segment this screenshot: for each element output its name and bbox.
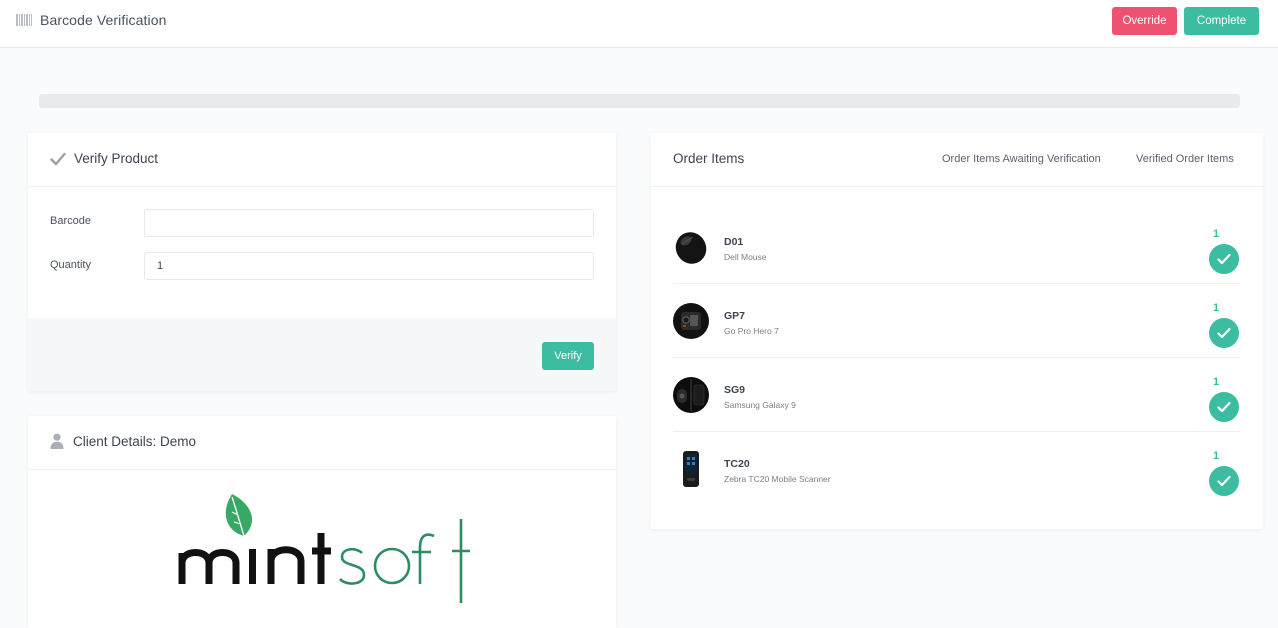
verified-check-icon xyxy=(1209,466,1239,496)
check-icon xyxy=(50,152,66,166)
client-details-card: Client Details: Demo xyxy=(28,416,616,628)
item-quantity: 1 xyxy=(1212,302,1220,314)
order-items-title: Order Items xyxy=(673,151,745,166)
verify-product-card: Verify Product Barcode Quantity Verify xyxy=(28,133,616,391)
client-details-header: Client Details: Demo xyxy=(28,416,616,470)
verified-check-icon xyxy=(1209,392,1239,422)
item-name: Zebra TC20 Mobile Scanner xyxy=(724,474,831,484)
item-sku: TC20 xyxy=(724,458,750,470)
verify-product-header: Verify Product xyxy=(28,133,616,187)
order-items-header: Order Items Order Items Awaiting Verific… xyxy=(651,133,1263,187)
order-item-row: D01 Dell Mouse 1 xyxy=(673,210,1240,284)
verification-progress-bar xyxy=(39,94,1240,108)
tab-awaiting-verification[interactable]: Order Items Awaiting Verification xyxy=(942,153,1101,165)
page-title: Barcode Verification xyxy=(40,12,167,28)
mouse-icon xyxy=(675,232,707,264)
scanner-icon xyxy=(683,451,699,487)
order-item-row: SG9 Samsung Galaxy 9 1 xyxy=(673,358,1240,432)
quantity-input[interactable] xyxy=(144,252,594,280)
item-quantity: 1 xyxy=(1212,228,1220,240)
item-sku: SG9 xyxy=(724,384,746,396)
item-sku: GP7 xyxy=(724,310,746,322)
barcode-icon xyxy=(16,14,32,26)
item-name: Samsung Galaxy 9 xyxy=(724,400,796,410)
top-bar: Barcode Verification Override Complete xyxy=(0,0,1278,48)
quantity-label: Quantity xyxy=(50,259,91,271)
verify-button[interactable]: Verify xyxy=(542,342,594,370)
verify-footer: Verify xyxy=(28,318,616,391)
item-name: Dell Mouse xyxy=(724,252,767,262)
item-quantity: 1 xyxy=(1212,450,1220,462)
complete-button[interactable]: Complete xyxy=(1184,7,1259,35)
override-button[interactable]: Override xyxy=(1112,7,1177,35)
client-details-title: Client Details: Demo xyxy=(73,434,197,449)
item-quantity: 1 xyxy=(1212,376,1220,388)
phone-icon xyxy=(673,377,709,413)
user-icon xyxy=(50,433,64,449)
barcode-input[interactable] xyxy=(144,209,594,237)
verify-product-title: Verify Product xyxy=(74,151,159,166)
order-items-card: Order Items Order Items Awaiting Verific… xyxy=(651,133,1263,529)
verified-check-icon xyxy=(1209,318,1239,348)
order-item-row: GP7 Go Pro Hero 7 1 xyxy=(673,284,1240,358)
gopro-icon xyxy=(673,303,709,339)
tab-verified-items[interactable]: Verified Order Items xyxy=(1136,153,1234,165)
barcode-label: Barcode xyxy=(50,215,91,227)
order-item-row: TC20 Zebra TC20 Mobile Scanner 1 xyxy=(673,432,1240,506)
item-name: Go Pro Hero 7 xyxy=(724,326,779,336)
verified-check-icon xyxy=(1209,244,1239,274)
item-sku: D01 xyxy=(724,236,744,248)
mintsoft-logo xyxy=(178,494,470,603)
